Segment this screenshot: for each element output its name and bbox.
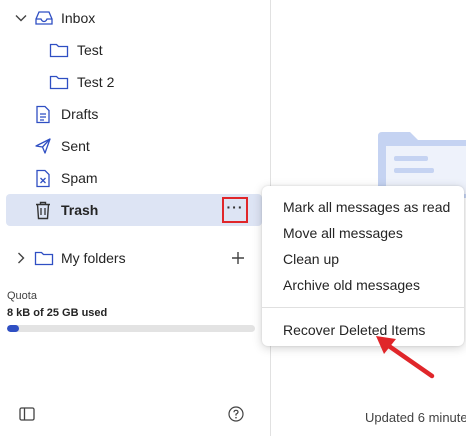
spam-icon [33, 168, 53, 188]
folder-icon [34, 248, 54, 268]
menu-item-archive-old[interactable]: Archive old messages [283, 272, 420, 298]
collapse-pane-icon[interactable] [19, 406, 35, 422]
sidebar-item-label: Spam [61, 170, 98, 186]
trash-icon [34, 200, 52, 220]
sidebar-item-spam[interactable]: Spam [61, 162, 98, 194]
sidebar-item-label: Drafts [61, 106, 99, 122]
quota-used-text: 8 kB of 25 GB used [7, 307, 108, 319]
send-icon [33, 136, 53, 156]
sidebar-item-test-2[interactable]: Test 2 [77, 66, 114, 98]
sidebar-item-my-folders[interactable]: My folders [61, 242, 126, 274]
quota-bar-fill [7, 325, 20, 332]
sidebar-item-inbox[interactable]: Inbox [61, 2, 95, 34]
more-options-button[interactable]: ··· [222, 197, 248, 223]
sidebar-item-test[interactable]: Test [77, 34, 103, 66]
folder-icon [49, 40, 69, 60]
sidebar-item-label: Sent [61, 138, 90, 154]
quota-title: Quota [7, 290, 37, 302]
menu-item-mark-all-read[interactable]: Mark all messages as read [283, 194, 450, 220]
folder-context-menu: Mark all messages as read Move all messa… [262, 186, 464, 346]
more-icon: ··· [226, 199, 244, 215]
help-icon[interactable] [227, 405, 244, 422]
chevron-down-icon[interactable] [14, 10, 28, 26]
status-updated: Updated 6 minute [365, 410, 466, 425]
sidebar-item-label: Test [77, 42, 103, 58]
menu-separator [262, 307, 464, 308]
menu-item-move-all[interactable]: Move all messages [283, 220, 403, 246]
folder-icon [49, 72, 69, 92]
sidebar-item-drafts[interactable]: Drafts [61, 98, 98, 130]
sidebar-item-label: My folders [61, 250, 126, 266]
folder-pane: Inbox Test Test 2 Drafts Sent Spam Trash [0, 0, 270, 436]
chevron-right-icon[interactable] [14, 251, 28, 265]
sidebar-item-sent[interactable]: Sent [61, 130, 90, 162]
sidebar-item-label: Trash [61, 202, 99, 218]
drafts-icon [33, 104, 53, 124]
annotation-arrow [370, 330, 440, 382]
menu-item-clean-up[interactable]: Clean up [283, 246, 339, 272]
sidebar-item-label: Inbox [61, 10, 96, 26]
inbox-icon [34, 8, 54, 28]
add-folder-icon[interactable] [231, 251, 245, 265]
quota-bar [7, 325, 255, 332]
sidebar-item-label: Test 2 [77, 74, 115, 90]
